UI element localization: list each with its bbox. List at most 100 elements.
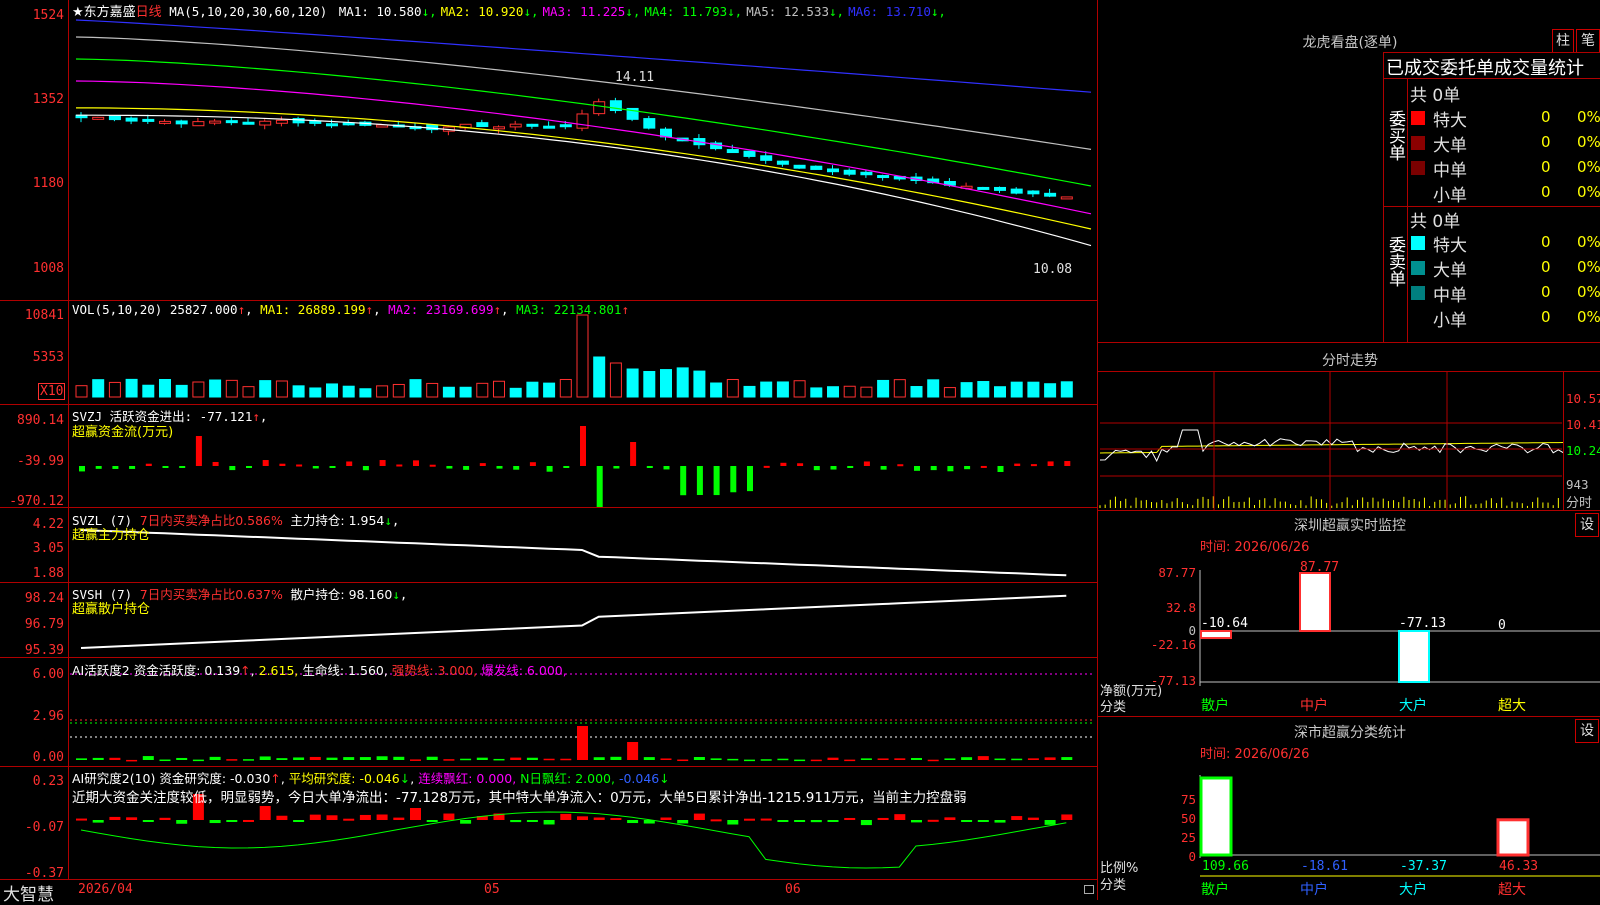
flow-bar — [947, 466, 954, 472]
vol-legend: VOL(5,10,20) 25827.000↑, MA1: 26889.199↑… — [72, 302, 629, 317]
flow-bar — [580, 426, 586, 466]
activity-bar — [577, 726, 588, 760]
volume-bar — [493, 380, 505, 398]
stock-name[interactable]: ★东方嘉盛 — [72, 5, 136, 20]
sz-monitor-tick-4: -22.16 — [1150, 637, 1196, 652]
sz-monitor-settings-button[interactable]: 设 — [1575, 513, 1599, 537]
period-label[interactable]: 日线 — [136, 5, 162, 20]
ai-research-v3: 连续飘红: 0.000, — [418, 771, 517, 786]
down-arrow-icon: ↓ — [384, 513, 392, 528]
research-bar — [226, 820, 238, 822]
ai-active-v3: 生命线: 1.560, — [302, 663, 388, 678]
activity-bar — [376, 756, 388, 760]
volume-bar — [927, 379, 940, 398]
down-arrow-icon: ↓ — [392, 587, 400, 602]
order-count: 0 — [1541, 258, 1551, 276]
low-price-mark: 10.08 — [1033, 262, 1073, 277]
ratio-value: -18.61 — [1301, 859, 1348, 874]
activity-bar — [393, 756, 405, 760]
research-bar — [510, 820, 522, 823]
research-bar — [677, 820, 689, 824]
down-arrow-icon: ↓ — [399, 771, 411, 786]
intraday-vol-tick: 943 — [1566, 477, 1589, 492]
activity-bar — [192, 759, 204, 762]
ai-research-tick-1: 0.23 — [32, 774, 64, 789]
research-bar — [660, 817, 672, 820]
svsh-tick-3: 95.39 — [24, 643, 64, 658]
candle-body — [559, 124, 572, 128]
candle-body — [576, 113, 589, 129]
order-size-label: 小单 — [1433, 311, 1467, 331]
candle-body — [827, 168, 839, 173]
intraday-tick-3: 10.24 — [1566, 443, 1600, 458]
research-bar — [159, 817, 171, 820]
sell-total: 共 0单 — [1410, 212, 1461, 232]
volume-bar — [676, 367, 689, 398]
date-axis-jun: 06 — [785, 882, 801, 897]
flow-bar — [496, 466, 503, 469]
flow-bar — [396, 464, 403, 467]
lock-icon[interactable] — [1084, 885, 1094, 894]
chart-canvas[interactable]: -10.64 散户 87.77 中户 -77.13 大户 0 超大 109.66 散户 -18.61… — [0, 0, 1600, 900]
activity-bar — [92, 757, 104, 760]
category-label: 大户 — [1399, 697, 1427, 714]
intraday-tag: 分时 — [1566, 496, 1593, 511]
candle-body — [159, 120, 171, 124]
volume-bar — [543, 382, 556, 398]
sz-class-settings-button[interactable]: 设 — [1575, 719, 1599, 743]
research-bar — [627, 820, 639, 824]
volume-bar — [793, 380, 806, 398]
volume-bar — [275, 380, 288, 398]
candle-body — [108, 115, 121, 121]
flow-bar — [730, 466, 737, 493]
research-bar — [543, 820, 555, 825]
flow-bar — [145, 463, 152, 466]
candle-body — [309, 120, 322, 124]
research-bar — [944, 817, 956, 820]
activity-bar — [560, 758, 572, 761]
volume-bar — [643, 371, 656, 398]
vol-title: VOL(5,10,20) — [72, 302, 163, 317]
activity-bar — [476, 757, 488, 760]
bar-view-button[interactable]: 柱 — [1552, 29, 1574, 53]
candle-body — [543, 125, 556, 129]
order-percent: 0% — [1577, 133, 1600, 151]
order-size-label: 小单 — [1433, 186, 1467, 206]
candle-body — [275, 119, 288, 124]
vol-ma1: MA1: 26889.199 — [260, 302, 366, 317]
volume-bar — [693, 370, 706, 398]
research-bar — [560, 813, 572, 820]
flow-bar — [1030, 464, 1037, 467]
tick-view-button[interactable]: 笔 — [1576, 29, 1600, 53]
candle-body — [1010, 188, 1023, 194]
volume-bar — [827, 386, 839, 398]
volume-bar — [1027, 381, 1040, 398]
brand-logo[interactable]: 大智慧 — [3, 880, 54, 905]
svzl-tick-1: 4.22 — [32, 517, 64, 532]
order-percent: 0% — [1577, 158, 1600, 176]
dragon-tab[interactable]: 已成交委托单成交量统计 — [1386, 54, 1584, 80]
buy-total: 共 0单 — [1410, 86, 1461, 106]
flow-bar — [980, 465, 987, 468]
activity-bar — [994, 758, 1006, 761]
research-bar — [209, 820, 221, 824]
flow-bar — [813, 466, 820, 471]
ma-legend-item-1: MA1: 10.580 — [338, 4, 422, 19]
order-count: 0 — [1541, 108, 1551, 126]
volume-bar — [142, 384, 155, 398]
volume-bar — [843, 385, 856, 398]
ai-research-v4: N日飘红: 2.000, — [520, 771, 615, 786]
intraday-bottom — [1098, 510, 1600, 511]
flow-bar — [446, 466, 453, 469]
dragon-inner-col — [1407, 78, 1408, 342]
axis-divider — [68, 0, 69, 880]
candle-body — [593, 101, 606, 115]
research-bar — [794, 820, 806, 822]
vol-tick-2: 5353 — [32, 350, 64, 365]
research-bar — [1044, 820, 1056, 825]
date-axis-may: 05 — [484, 882, 500, 897]
volume-bar — [710, 382, 723, 398]
buy-orders-label: 委买单 — [1385, 110, 1405, 161]
flow-bar — [1047, 461, 1054, 466]
price-tick-3: 1180 — [32, 176, 64, 191]
